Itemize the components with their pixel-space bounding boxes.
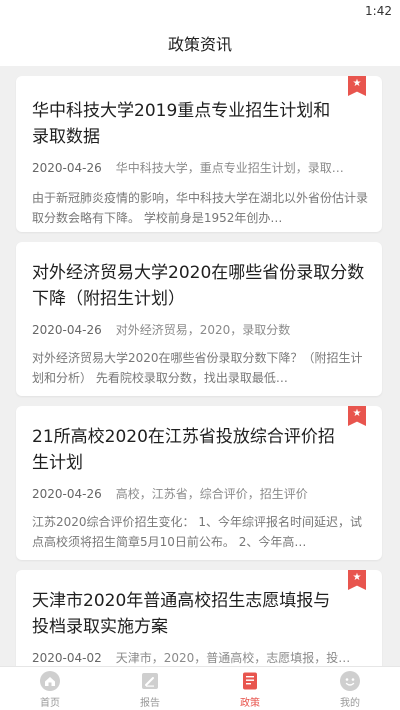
article-card[interactable]: ★ 天津市2020年普通高校招生志愿填报与投档录取实施方案 2020-04-02… bbox=[16, 570, 382, 666]
profile-icon bbox=[340, 671, 360, 691]
tab-label: 首页 bbox=[40, 698, 60, 709]
tab-report[interactable]: 报告 bbox=[100, 667, 200, 710]
article-date: 2020-04-26 bbox=[32, 323, 102, 337]
page-title: 政策资讯 bbox=[167, 35, 232, 54]
bookmark-icon[interactable]: ★ bbox=[348, 406, 366, 426]
article-summary: 由于新冠肺炎疫情的影响，华中科技大学在湖北以外省份估计录取分数会略有下降。 学校… bbox=[32, 191, 368, 225]
tab-label: 我的 bbox=[340, 698, 360, 709]
article-meta: 2020-04-02 天津市，2020，普通高校，志愿填报，投… bbox=[32, 650, 368, 666]
article-meta: 2020-04-26 华中科技大学，重点专业招生计划，录取… bbox=[32, 160, 368, 176]
article-card[interactable]: ★ 华中科技大学2019重点专业招生计划和录取数据 2020-04-26 华中科技… bbox=[16, 76, 382, 232]
tab-profile[interactable]: 我的 bbox=[300, 667, 400, 710]
article-feed[interactable]: ★ 华中科技大学2019重点专业招生计划和录取数据 2020-04-26 华中科技… bbox=[0, 66, 400, 666]
article-date: 2020-04-26 bbox=[32, 161, 102, 175]
article-title[interactable]: 华中科技大学2019重点专业招生计划和录取数据 bbox=[32, 98, 342, 150]
tab-label: 政策 bbox=[240, 698, 260, 709]
article-title[interactable]: 对外经济贸易大学2020在哪些省份录取分数下降（附招生计划） bbox=[32, 260, 366, 312]
status-time: 1:42 bbox=[365, 4, 392, 18]
status-bar: 1:42 bbox=[0, 0, 400, 24]
bookmark-icon[interactable]: ★ bbox=[348, 76, 366, 96]
article-tags: 天津市，2020，普通高校，志愿填报，投… bbox=[115, 651, 351, 665]
tab-policy[interactable]: 政策 bbox=[200, 667, 300, 710]
article-tags: 华中科技大学，重点专业招生计划，录取… bbox=[115, 161, 344, 175]
article-tags: 对外经济贸易，2020，录取分数 bbox=[115, 323, 291, 337]
article-date: 2020-04-02 bbox=[32, 651, 102, 665]
article-meta: 2020-04-26 对外经济贸易，2020，录取分数 bbox=[32, 322, 368, 338]
report-icon bbox=[142, 673, 158, 689]
app-header: 政策资讯 bbox=[0, 24, 400, 66]
article-meta: 2020-04-26 高校，江苏省，综合评价，招生评价 bbox=[32, 486, 368, 502]
article-summary: 对外经济贸易大学2020在哪些省份录取分数下降？（附招生计划和分析） 先看院校录… bbox=[32, 351, 363, 385]
article-title[interactable]: 21所高校2020在江苏省投放综合评价招生计划 bbox=[32, 424, 342, 476]
tab-label: 报告 bbox=[140, 698, 160, 709]
article-summary: 江苏2020综合评价招生变化： 1、今年综评报名时间延迟，试点高校须将招生简章5… bbox=[32, 515, 362, 549]
article-card[interactable]: ★ 21所高校2020在江苏省投放综合评价招生计划 2020-04-26 高校，江… bbox=[16, 406, 382, 560]
article-card[interactable]: 对外经济贸易大学2020在哪些省份录取分数下降（附招生计划） 2020-04-2… bbox=[16, 242, 382, 396]
home-icon bbox=[40, 671, 60, 691]
article-title[interactable]: 天津市2020年普通高校招生志愿填报与投档录取实施方案 bbox=[32, 588, 342, 640]
bookmark-icon[interactable]: ★ bbox=[348, 570, 366, 590]
tab-home[interactable]: 首页 bbox=[0, 667, 100, 710]
article-date: 2020-04-26 bbox=[32, 487, 102, 501]
policy-icon bbox=[243, 672, 257, 690]
bottom-tab-bar: 首页 报告 政策 我的 bbox=[0, 666, 400, 710]
article-tags: 高校，江苏省，综合评价，招生评价 bbox=[115, 487, 308, 501]
